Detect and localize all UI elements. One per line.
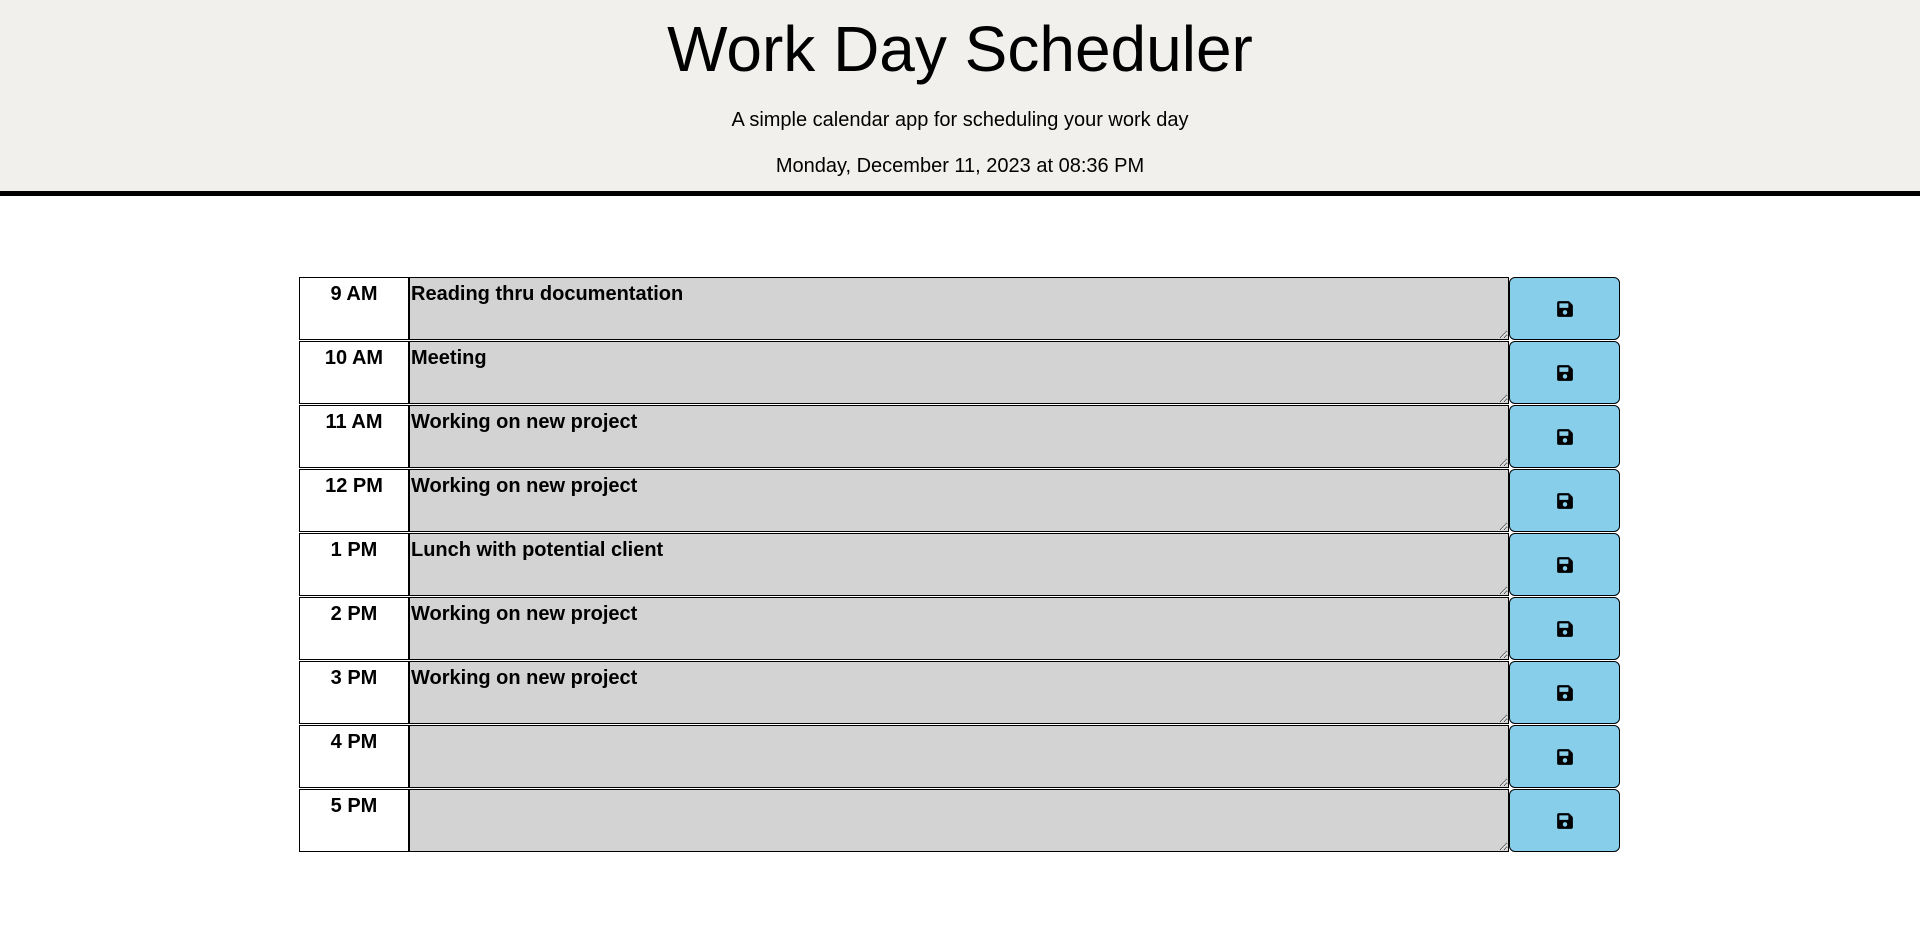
time-block: 2 PM <box>299 597 1620 661</box>
save-button[interactable] <box>1509 277 1620 340</box>
event-description-input[interactable] <box>409 533 1509 596</box>
save-icon <box>1556 364 1573 381</box>
event-description-input[interactable] <box>409 597 1509 660</box>
page-title: Work Day Scheduler <box>667 13 1253 85</box>
save-icon <box>1556 428 1573 445</box>
save-button[interactable] <box>1509 405 1620 468</box>
time-block: 5 PM <box>299 789 1620 853</box>
time-block: 11 AM <box>299 405 1620 469</box>
current-day: Monday, December 11, 2023 at 08:36 PM <box>775 155 1145 177</box>
save-button[interactable] <box>1509 341 1620 404</box>
event-description-input[interactable] <box>409 277 1509 340</box>
hour-label: 12 PM <box>299 469 409 532</box>
hour-label: 10 AM <box>299 341 409 404</box>
header: Work Day Scheduler A simple calendar app… <box>0 0 1920 196</box>
time-block: 3 PM <box>299 661 1620 725</box>
save-icon <box>1556 748 1573 765</box>
save-icon <box>1556 620 1573 637</box>
save-icon <box>1556 300 1573 317</box>
hour-label: 4 PM <box>299 725 409 788</box>
save-button[interactable] <box>1509 597 1620 660</box>
time-block: 12 PM <box>299 469 1620 533</box>
save-icon <box>1556 556 1573 573</box>
hour-label: 11 AM <box>299 405 409 468</box>
page-subtitle: A simple calendar app for scheduling you… <box>731 109 1189 131</box>
hour-label: 9 AM <box>299 277 409 340</box>
save-button[interactable] <box>1509 789 1620 852</box>
hour-label: 1 PM <box>299 533 409 596</box>
save-button[interactable] <box>1509 469 1620 532</box>
schedule-container: 9 AM10 AM11 AM12 PM1 PM2 PM3 PM4 PM5 PM <box>299 277 1620 853</box>
time-block: 9 AM <box>299 277 1620 341</box>
event-description-input[interactable] <box>409 405 1509 468</box>
save-icon <box>1556 492 1573 509</box>
save-icon <box>1556 684 1573 701</box>
event-description-input[interactable] <box>409 725 1509 788</box>
time-block: 1 PM <box>299 533 1620 597</box>
save-button[interactable] <box>1509 661 1620 724</box>
event-description-input[interactable] <box>409 341 1509 404</box>
event-description-input[interactable] <box>409 789 1509 852</box>
time-block: 10 AM <box>299 341 1620 405</box>
save-button[interactable] <box>1509 533 1620 596</box>
event-description-input[interactable] <box>409 469 1509 532</box>
time-block: 4 PM <box>299 725 1620 789</box>
hour-label: 2 PM <box>299 597 409 660</box>
save-button[interactable] <box>1509 725 1620 788</box>
event-description-input[interactable] <box>409 661 1509 724</box>
hour-label: 5 PM <box>299 789 409 852</box>
save-icon <box>1556 812 1573 829</box>
hour-label: 3 PM <box>299 661 409 724</box>
